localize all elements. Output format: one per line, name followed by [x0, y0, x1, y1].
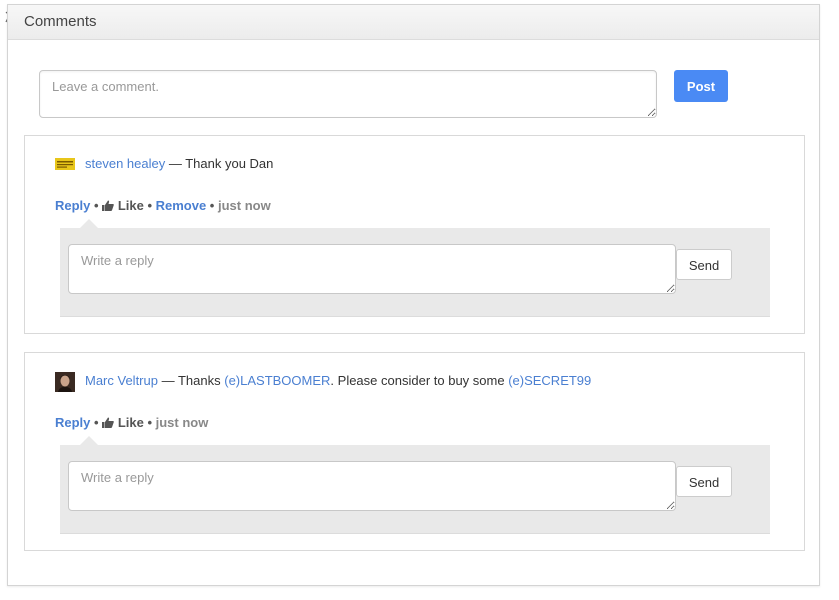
send-button[interactable]: Send [676, 249, 732, 280]
reply-link[interactable]: Reply [55, 415, 90, 430]
dash: — [157, 373, 178, 388]
comment-actions: Reply • Like • just now [55, 415, 208, 430]
separator: • [143, 415, 156, 430]
separator: • [90, 198, 103, 213]
author-link[interactable]: Marc Veltrup [85, 373, 158, 388]
comments-panel: Comments Post steven healey — Thank you … [7, 4, 820, 586]
author-link[interactable]: steven healey [85, 156, 165, 171]
remove-link[interactable]: Remove [156, 198, 207, 213]
like-link[interactable]: Like [118, 415, 144, 430]
reply-input[interactable] [68, 461, 676, 511]
reply-box: Send [60, 436, 770, 534]
separator: • [143, 198, 156, 213]
timestamp: just now [155, 415, 209, 430]
post-button[interactable]: Post [674, 70, 728, 102]
comment-text: Marc Veltrup — Thanks (e)LASTBOOMER. Ple… [85, 373, 591, 388]
comment-body: Thank you Dan [185, 156, 274, 171]
reply-link[interactable]: Reply [55, 198, 90, 213]
comment-card: steven healey — Thank you Dan Reply • Li… [24, 135, 805, 334]
like-link[interactable]: Like [118, 198, 144, 213]
separator: • [206, 198, 218, 213]
tag-link[interactable]: (e)SECRET99 [508, 373, 591, 388]
panel-header: Comments [8, 5, 819, 40]
reply-box: Send [60, 219, 770, 317]
comment-body: Thanks [177, 373, 225, 388]
timestamp: just now [217, 198, 271, 213]
send-button[interactable]: Send [676, 466, 732, 497]
thumbs-up-icon[interactable] [102, 200, 115, 211]
tag-link[interactable]: (e)LASTBOOMER [224, 373, 330, 388]
comment-card: Marc Veltrup — Thanks (e)LASTBOOMER. Ple… [24, 352, 805, 551]
avatar [55, 372, 75, 392]
thumbs-up-icon[interactable] [102, 417, 115, 428]
avatar [55, 158, 75, 170]
comment-input[interactable] [39, 70, 657, 118]
comment-body: . Please consider to buy some [330, 373, 509, 388]
panel-title: Comments [24, 13, 97, 30]
reply-input[interactable] [68, 244, 676, 294]
separator: • [90, 415, 103, 430]
comment-actions: Reply • Like • Remove • just now [55, 198, 271, 213]
comment-text: steven healey — Thank you Dan [85, 156, 273, 171]
dash: — [165, 156, 186, 171]
